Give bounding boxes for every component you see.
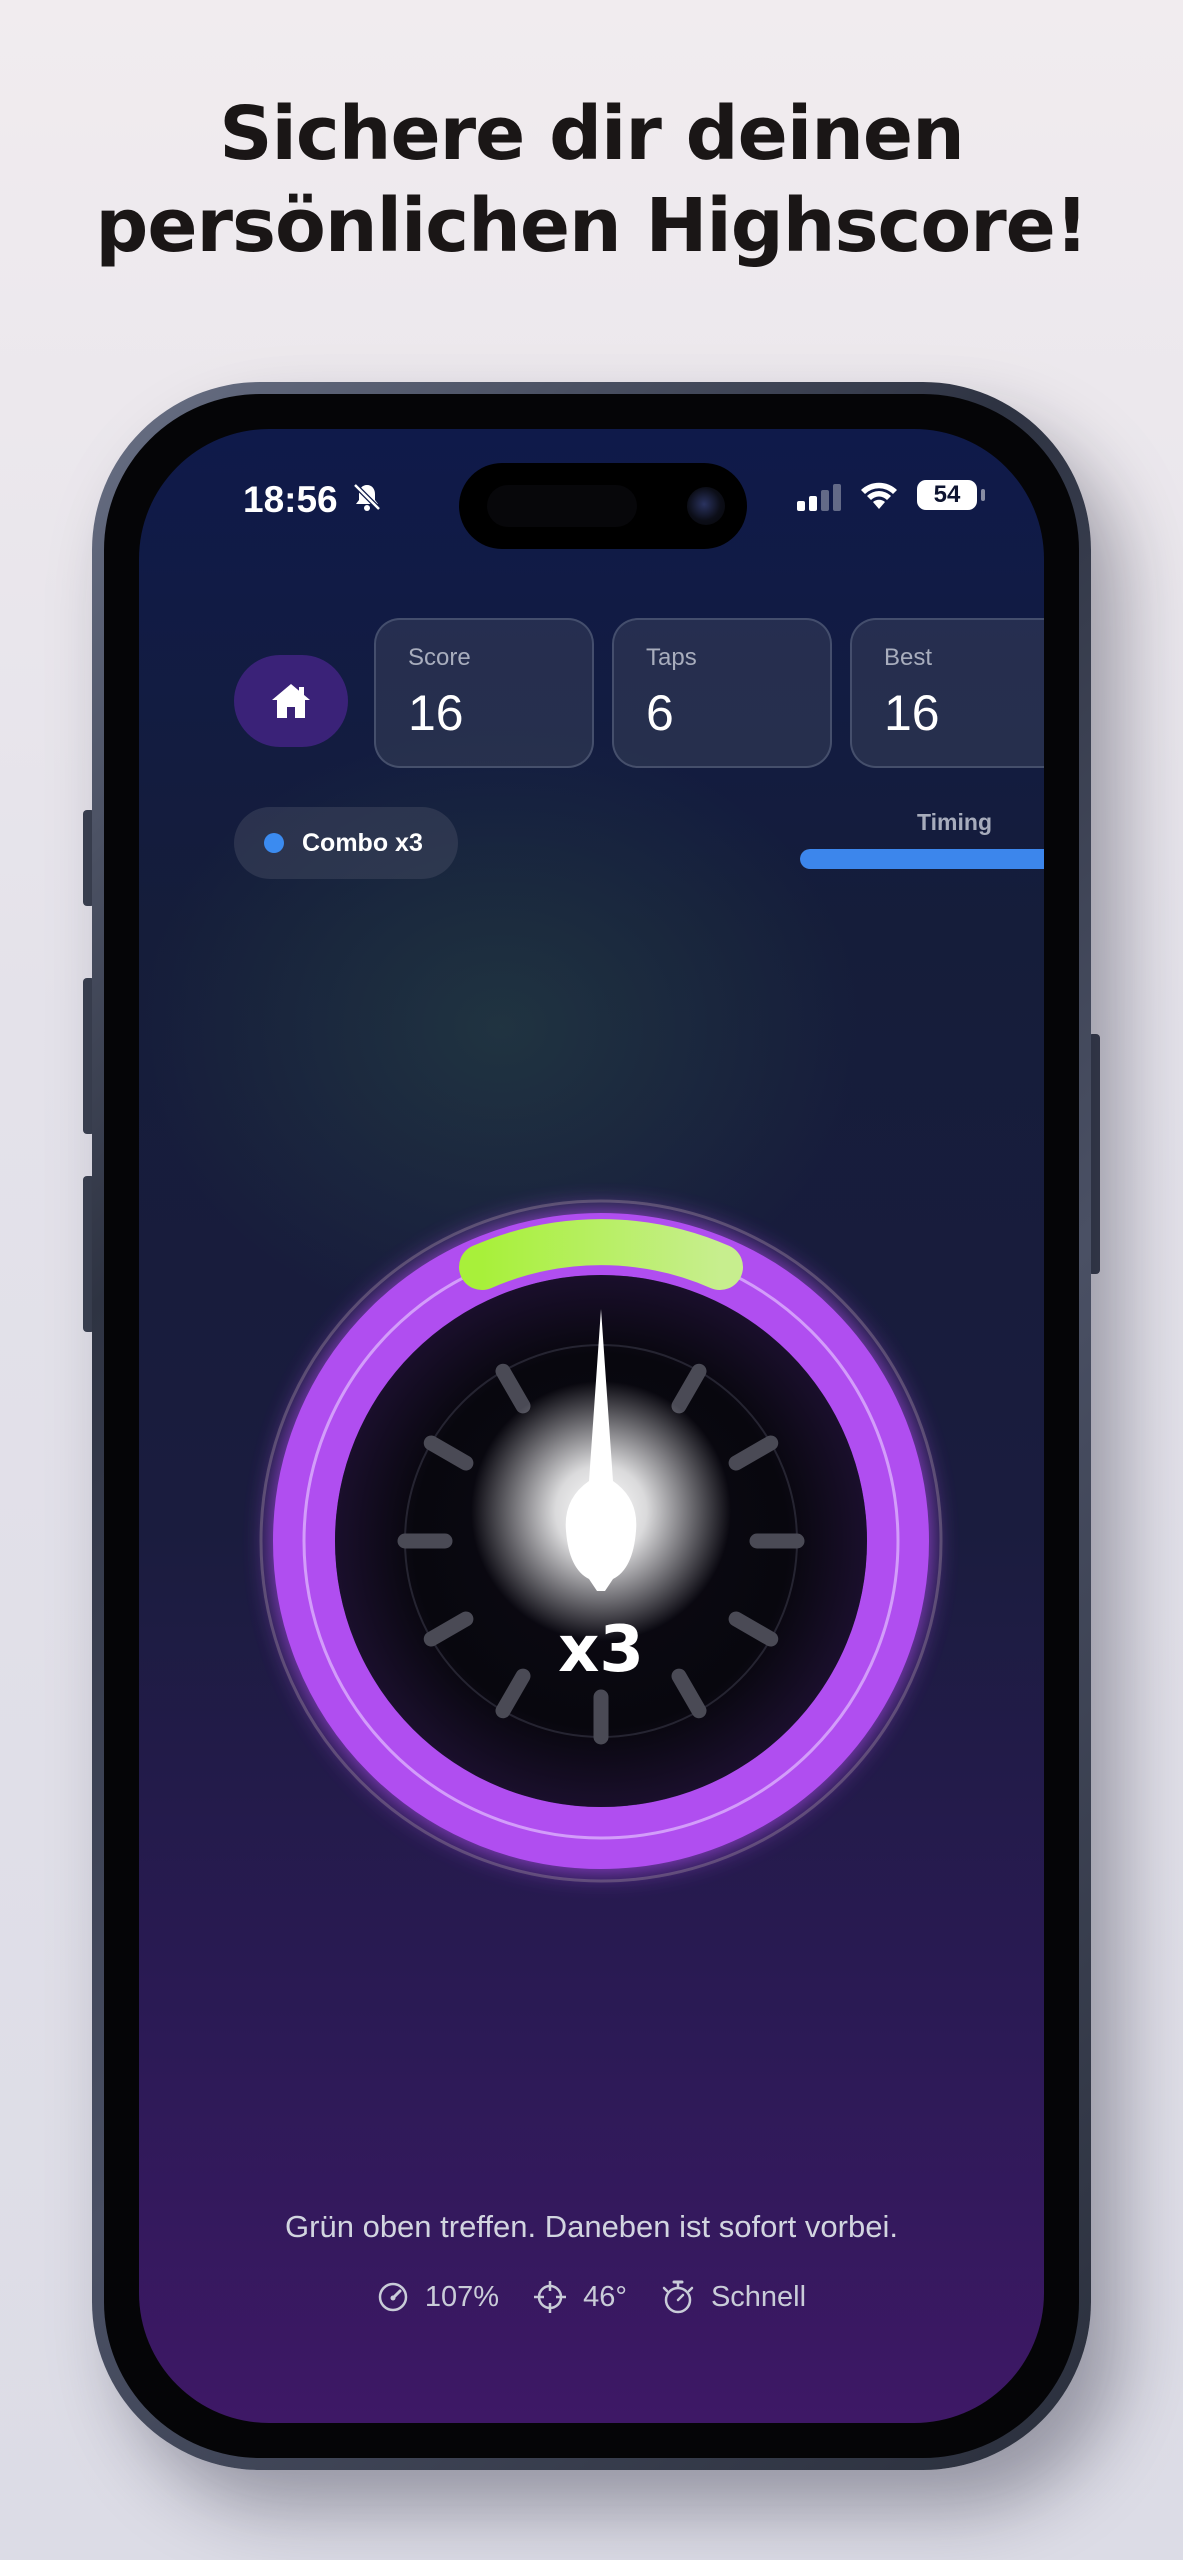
taps-value: 6 bbox=[646, 685, 674, 741]
speed-stat: 107% bbox=[377, 2281, 499, 2314]
angle-value: 46° bbox=[583, 2280, 627, 2313]
headline-line-1: Sichere dir deinen bbox=[219, 91, 965, 177]
score-value: 16 bbox=[408, 685, 464, 741]
front-camera bbox=[687, 487, 725, 525]
best-card: Best 16 bbox=[850, 618, 1044, 768]
multiplier-text: x3 bbox=[558, 1613, 644, 1687]
island-sensor bbox=[487, 485, 637, 527]
best-label: Best bbox=[884, 644, 933, 671]
phone-bezel: 18:56 54 Score 16 Taps 6 Best 16 Combo x… bbox=[104, 394, 1079, 2458]
headline-line-2: persönlichen Highscore! bbox=[95, 183, 1088, 269]
best-value: 16 bbox=[884, 685, 940, 741]
target-zone-arc bbox=[459, 1219, 743, 1290]
app-screen: 18:56 54 Score 16 Taps 6 Best 16 Combo x… bbox=[139, 429, 1044, 2423]
mode-stat: Schnell bbox=[661, 2279, 806, 2315]
taps-card: Taps 6 bbox=[612, 618, 832, 768]
battery-nub bbox=[981, 489, 985, 501]
signal-icon bbox=[797, 484, 841, 511]
combo-label: Combo x3 bbox=[302, 829, 423, 857]
wifi-icon bbox=[861, 482, 897, 509]
home-button[interactable] bbox=[234, 655, 348, 747]
phone-frame: 18:56 54 Score 16 Taps 6 Best 16 Combo x… bbox=[92, 382, 1091, 2470]
score-card: Score 16 bbox=[374, 618, 594, 768]
hint-text: Grün oben treffen. Daneben ist sofort vo… bbox=[285, 2209, 898, 2244]
bell-off-icon bbox=[353, 483, 381, 511]
tap-dial[interactable]: x3 bbox=[241, 1181, 961, 1901]
combo-badge: Combo x3 bbox=[234, 807, 458, 879]
taps-label: Taps bbox=[646, 644, 697, 671]
crosshair-icon bbox=[534, 2281, 567, 2313]
timing-bar bbox=[800, 849, 1044, 869]
battery-icon: 54 bbox=[917, 480, 977, 510]
timing-bar-fill bbox=[800, 849, 1044, 869]
angle-stat: 46° bbox=[533, 2280, 627, 2314]
score-label: Score bbox=[408, 644, 471, 671]
speedometer-icon bbox=[378, 2282, 408, 2312]
timing-label: Timing bbox=[917, 809, 992, 835]
status-time: 18:56 bbox=[243, 479, 338, 520]
headline: Sichere dir deinen persönlichen Highscor… bbox=[0, 88, 1183, 272]
mode-value: Schnell bbox=[710, 2280, 807, 2313]
speed-value: 107% bbox=[424, 2280, 500, 2313]
dynamic-island bbox=[459, 463, 747, 549]
combo-dot bbox=[264, 833, 284, 853]
stopwatch-icon bbox=[662, 2280, 694, 2314]
home-icon bbox=[272, 684, 310, 718]
game-meta: 107% 46° Schnell bbox=[139, 2279, 1044, 2315]
